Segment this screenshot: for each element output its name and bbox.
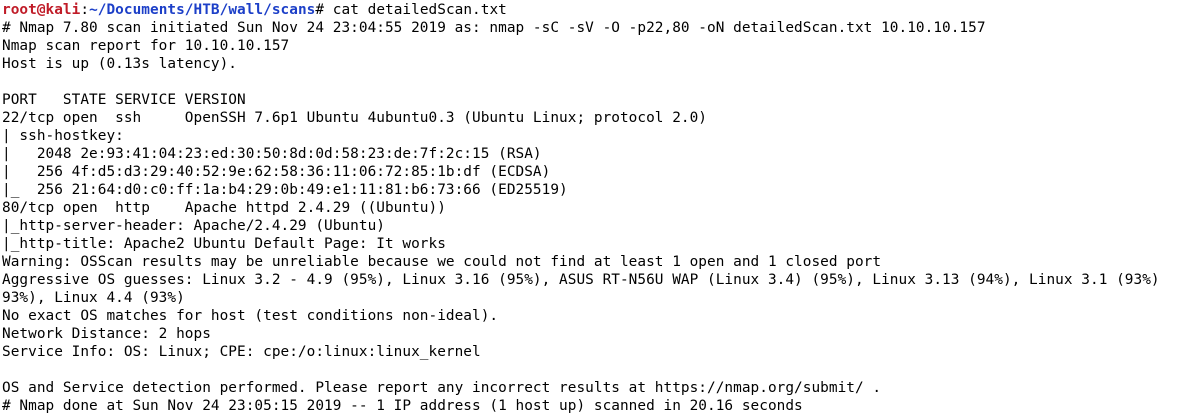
terminal-window[interactable]: root@kali:~/Documents/HTB/wall/scans# ca… [0, 0, 1201, 417]
output-line: | 256 4f:d5:d3:29:40:52:9e:62:58:36:11:0… [2, 164, 551, 180]
prompt-separator: : [80, 2, 90, 18]
output-line: |_http-server-header: Apache/2.4.29 (Ubu… [2, 218, 385, 234]
output-line: | 2048 2e:93:41:04:23:ed:30:50:8d:0d:58:… [2, 146, 542, 162]
prompt-symbol: # [315, 2, 333, 18]
output-line: 80/tcp open http Apache httpd 2.4.29 ((U… [2, 200, 446, 216]
output-line: Service Info: OS: Linux; CPE: cpe:/o:lin… [2, 344, 481, 360]
prompt-command: cat detailedScan.txt [332, 2, 507, 18]
prompt-user-host: root@kali [2, 2, 81, 18]
prompt-line: root@kali:~/Documents/HTB/wall/scans# ca… [2, 1, 1201, 19]
output-line: |_ 256 21:64:d0:c0:ff:1a:b4:29:0b:49:e1:… [2, 182, 568, 198]
output-line: | ssh-hostkey: [2, 128, 133, 144]
output-line: Host is up (0.13s latency). [2, 56, 238, 72]
prompt-path: ~/Documents/HTB/wall/scans [89, 2, 316, 18]
output-line: # Nmap done at Sun Nov 24 23:05:15 2019 … [2, 398, 803, 414]
output-line: OS and Service detection performed. Plea… [2, 380, 882, 396]
output-line: PORT STATE SERVICE VERSION [2, 92, 246, 108]
output-line: Nmap scan report for 10.10.10.157 [2, 38, 290, 54]
output-line: Aggressive OS guesses: Linux 3.2 - 4.9 (… [2, 272, 1160, 288]
output-line: 93%), Linux 4.4 (93%) [2, 290, 185, 306]
output-line: Network Distance: 2 hops [2, 326, 211, 342]
output-line: 22/tcp open ssh OpenSSH 7.6p1 Ubuntu 4ub… [2, 110, 708, 126]
output-line: No exact OS matches for host (test condi… [2, 308, 499, 324]
output-line: |_http-title: Apache2 Ubuntu Default Pag… [2, 236, 446, 252]
output-line: Warning: OSScan results may be unreliabl… [2, 254, 882, 270]
output-line: # Nmap 7.80 scan initiated Sun Nov 24 23… [2, 20, 986, 36]
